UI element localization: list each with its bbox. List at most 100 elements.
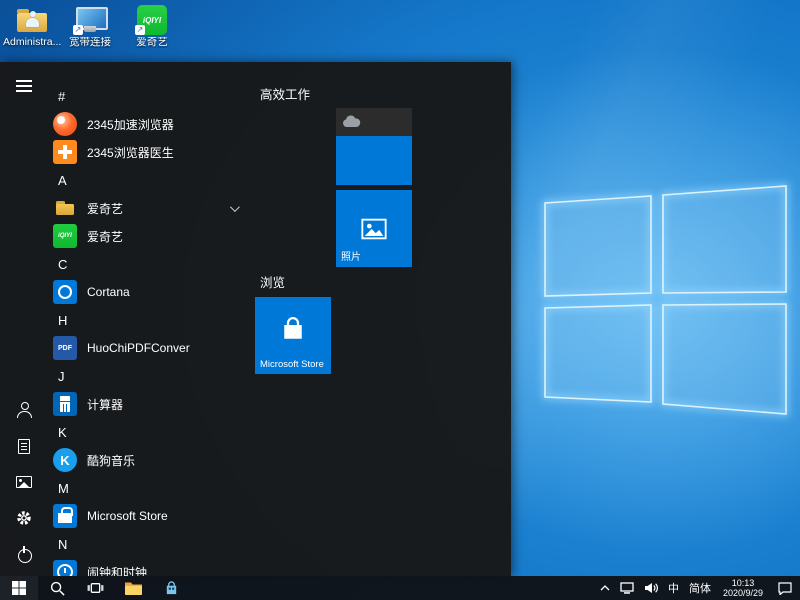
app-label: HuoChiPDFConver: [87, 341, 190, 355]
task-view-icon: [87, 581, 104, 595]
letter-label: C: [58, 257, 67, 272]
pictures-icon: [16, 476, 32, 488]
app-label: 爱奇艺: [87, 200, 123, 217]
start-button[interactable]: [0, 576, 38, 600]
folder-icon: [53, 196, 77, 220]
app-list-letter[interactable]: K: [48, 418, 255, 446]
volume-tray-button[interactable]: [639, 576, 663, 600]
app-list-item[interactable]: 2345加速浏览器: [48, 110, 255, 138]
ime-mode-button[interactable]: 简体: [684, 576, 716, 600]
app-label: 计算器: [87, 396, 123, 413]
system-tray: 中 简体 10:13 2020/9/29: [595, 576, 800, 600]
letter-label: M: [58, 481, 69, 496]
shortcut-arrow-icon: [73, 25, 83, 35]
cortana-icon: [53, 280, 77, 304]
network-tray-button[interactable]: [615, 576, 639, 600]
power-button[interactable]: [0, 536, 48, 572]
app-list-letter[interactable]: A: [48, 166, 255, 194]
letter-label: H: [58, 313, 67, 328]
tile-group-title[interactable]: 高效工作: [260, 84, 310, 103]
chevron-down-icon: [230, 202, 240, 212]
tile-group-title[interactable]: 浏览: [260, 272, 285, 291]
tray-overflow-button[interactable]: [595, 576, 615, 600]
tile-photos[interactable]: 照片: [336, 190, 412, 267]
desktop-icon-label: Administra...: [3, 37, 61, 48]
desktop-icon-label: 宽带连接: [61, 37, 119, 48]
action-center-button[interactable]: [770, 576, 800, 600]
action-center-icon: [778, 582, 792, 595]
search-button[interactable]: [38, 576, 76, 600]
letter-label: K: [58, 425, 67, 440]
app-list-item[interactable]: Microsoft Store: [48, 502, 255, 530]
task-view-button[interactable]: [76, 576, 114, 600]
desktop-screen: Administra... 宽带连接 爱奇艺: [0, 0, 800, 600]
gear-icon: [16, 510, 32, 526]
tray-time: 10:13: [732, 578, 755, 588]
windows-logo-icon: [12, 581, 26, 595]
desktop-icon-broadband[interactable]: 宽带连接: [61, 5, 119, 48]
desktop-icon-iqiyi[interactable]: 爱奇艺: [123, 5, 181, 48]
app-label: 闹钟和时钟: [87, 564, 147, 577]
app-label: Microsoft Store: [87, 509, 168, 523]
app-list-item[interactable]: HuoChiPDFConver: [48, 334, 255, 362]
tile-cloud[interactable]: [336, 108, 412, 185]
app-label: 2345浏览器医生: [87, 144, 174, 161]
letter-label: N: [58, 537, 67, 552]
start-menu: # 2345加速浏览器 2345浏览器医生 A 爱奇艺 爱奇艺: [0, 62, 511, 576]
app-list-letter[interactable]: C: [48, 250, 255, 278]
speaker-icon: [644, 582, 658, 594]
file-explorer-button[interactable]: [114, 576, 152, 600]
tile-microsoft-store[interactable]: Microsoft Store: [255, 297, 331, 374]
user-icon: [16, 402, 32, 418]
ime-language-button[interactable]: 中: [663, 576, 684, 600]
app-list-item[interactable]: 爱奇艺: [48, 222, 255, 250]
user-account-button[interactable]: [0, 392, 48, 428]
hamburger-menu-icon: [16, 80, 32, 92]
letter-label: #: [58, 89, 65, 104]
pictures-button[interactable]: [0, 464, 48, 500]
app-list-folder[interactable]: 爱奇艺: [48, 194, 255, 222]
app-list-item[interactable]: 酷狗音乐: [48, 446, 255, 474]
iqiyi-icon: [134, 5, 170, 35]
power-icon: [16, 546, 32, 562]
monitor-connection-icon: [72, 5, 108, 35]
2345-doctor-icon: [53, 140, 77, 164]
tile-label: 照片: [341, 248, 361, 263]
app-list-item[interactable]: 闹钟和时钟: [48, 558, 255, 576]
expand-menu-button[interactable]: [0, 68, 48, 104]
kugou-music-icon: [53, 448, 77, 472]
app-list-item[interactable]: 计算器: [48, 390, 255, 418]
start-menu-rail: [0, 62, 48, 576]
letter-label: A: [58, 173, 67, 188]
app-list-letter[interactable]: N: [48, 530, 255, 558]
app-label: 酷狗音乐: [87, 452, 135, 469]
search-icon: [50, 581, 65, 596]
start-app-list: # 2345加速浏览器 2345浏览器医生 A 爱奇艺 爱奇艺: [48, 82, 255, 576]
settings-button[interactable]: [0, 500, 48, 536]
calculator-icon: [53, 392, 77, 416]
app-list-letter[interactable]: J: [48, 362, 255, 390]
shortcut-arrow-icon: [135, 25, 145, 35]
alarm-clock-icon: [53, 560, 77, 576]
folder-icon: [125, 581, 142, 595]
store-bag-icon: [164, 581, 179, 596]
cloud-band: [336, 108, 412, 136]
app-list-letter[interactable]: H: [48, 306, 255, 334]
desktop-icon-administrator[interactable]: Administra...: [3, 5, 61, 48]
network-icon: [620, 582, 634, 594]
app-list-letter[interactable]: #: [48, 82, 255, 110]
microsoft-store-taskbar-button[interactable]: [152, 576, 190, 600]
chevron-up-icon: [600, 585, 610, 591]
2345-browser-icon: [53, 112, 77, 136]
app-label: Cortana: [87, 285, 130, 299]
app-label: 2345加速浏览器: [87, 116, 174, 133]
tile-label: Microsoft Store: [260, 359, 324, 370]
documents-button[interactable]: [0, 428, 48, 464]
clock-tray-button[interactable]: 10:13 2020/9/29: [716, 576, 770, 600]
tray-date: 2020/9/29: [723, 588, 763, 598]
letter-label: J: [58, 369, 65, 384]
app-list-letter[interactable]: M: [48, 474, 255, 502]
cloud-icon: [341, 114, 363, 129]
app-list-item[interactable]: 2345浏览器医生: [48, 138, 255, 166]
app-list-item[interactable]: Cortana: [48, 278, 255, 306]
